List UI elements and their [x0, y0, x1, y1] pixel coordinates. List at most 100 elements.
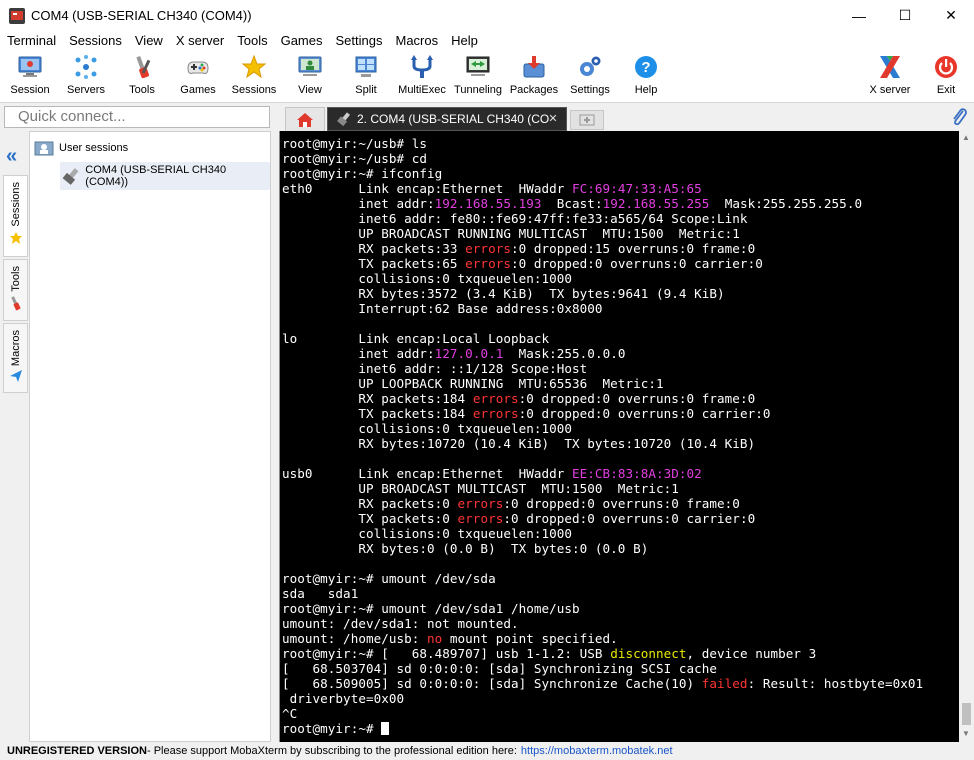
tab-tools[interactable]: Tools	[3, 259, 28, 321]
packages-button[interactable]: Packages	[506, 53, 562, 101]
serial-plug-icon	[337, 112, 351, 127]
terminal-line: Interrupt:62 Base address:0x8000	[282, 301, 603, 316]
mobatek-link[interactable]: https://mobaxterm.mobatek.net	[521, 745, 673, 757]
close-window-button[interactable]: ✕	[928, 0, 974, 31]
session-item-com4[interactable]: COM4 (USB-SERIAL CH340 (COM4))	[60, 162, 270, 190]
terminal-scrollbar[interactable]: ▲ ▼	[959, 131, 974, 742]
terminal-line: TX packets:65 errors:0 dropped:0 overrun…	[282, 256, 763, 271]
user-sessions-node[interactable]: User sessions	[34, 140, 128, 156]
tools-button[interactable]: Tools	[114, 53, 170, 101]
games-button[interactable]: Games	[170, 53, 226, 101]
games-icon	[187, 61, 209, 74]
terminal-line: umount: /home/usb: no mount point specif…	[282, 631, 618, 646]
add-tab-icon	[579, 114, 595, 126]
collapse-sidebar-icon[interactable]: «	[6, 145, 17, 168]
tab-com4[interactable]: 2. COM4 (USB-SERIAL CH340 (CO ✕	[327, 107, 567, 131]
multiexec-button[interactable]: MultiExec	[394, 53, 450, 101]
packages-label: Packages	[509, 84, 559, 96]
exit-button[interactable]: Exit	[918, 53, 974, 101]
sessions-button[interactable]: Sessions	[226, 53, 282, 101]
home-tab[interactable]	[285, 107, 325, 131]
terminal-line: RX bytes:10720 (10.4 KiB) TX bytes:10720…	[282, 436, 756, 451]
terminal-line: usb0 Link encap:Ethernet HWaddr EE:CB:83…	[282, 466, 702, 481]
star-icon	[241, 54, 267, 79]
menu-games[interactable]: Games	[274, 31, 329, 51]
terminal-view[interactable]: root@myir:~/usb# ls root@myir:~/usb# cd ro…	[279, 131, 959, 742]
new-tab-button[interactable]	[570, 110, 604, 130]
terminal-line: UP BROADCAST MULTICAST MTU:1500 Metric:1	[282, 481, 679, 496]
scroll-down-icon[interactable]: ▼	[962, 729, 970, 738]
help-icon: ?	[635, 56, 657, 78]
title-bar: COM4 (USB-SERIAL CH340 (COM4)) — ☐ ✕	[0, 0, 974, 31]
split-icon	[355, 56, 377, 77]
menu-tools[interactable]: Tools	[230, 31, 273, 51]
terminal-line: root@myir:~#	[282, 721, 959, 736]
terminal-line: root@myir:~# umount /dev/sda	[282, 571, 496, 586]
menu-terminal[interactable]: Terminal	[0, 31, 62, 51]
sessions-label: Sessions	[231, 84, 277, 96]
tunneling-label: Tunneling	[454, 84, 502, 96]
servers-label: Servers	[67, 84, 105, 96]
scroll-thumb[interactable]	[962, 703, 971, 725]
tunneling-button[interactable]: Tunneling	[450, 53, 506, 101]
minimize-button[interactable]: —	[836, 0, 882, 31]
terminal-line: inet6 addr: fe80::fe69:47ff:fe33:a565/64…	[282, 211, 748, 226]
view-icon	[298, 56, 322, 76]
tab-com4-label: 2. COM4 (USB-SERIAL CH340 (CO	[357, 112, 550, 126]
terminal-line: root@myir:~# ifconfig	[282, 166, 443, 181]
menu-settings[interactable]: Settings	[329, 31, 389, 51]
menu-view[interactable]: View	[128, 31, 169, 51]
user-folder-icon	[34, 141, 54, 156]
menu-help[interactable]: Help	[444, 31, 484, 51]
tab-macros[interactable]: Macros	[3, 323, 28, 393]
side-rail: « Sessions Tools Macros	[0, 131, 29, 742]
power-icon	[935, 56, 957, 78]
tab-sessions[interactable]: Sessions	[3, 175, 28, 257]
servers-button[interactable]: Servers	[58, 53, 114, 101]
terminal-line: root@myir:~# [ 68.489707] usb 1-1.2: USB…	[282, 646, 817, 661]
gear-icon	[580, 56, 601, 76]
terminal-line: RX bytes:0 (0.0 B) TX bytes:0 (0.0 B)	[282, 541, 649, 556]
x-server-button[interactable]: X server	[862, 53, 918, 101]
settings-button[interactable]: Settings	[562, 53, 618, 101]
tab-bar: Quick connect... 2. COM4 (USB-SERIAL CH3…	[0, 103, 974, 131]
tab-tools-label: Tools	[9, 266, 22, 292]
attachment-icon[interactable]	[950, 107, 970, 127]
tools-icon	[136, 55, 151, 79]
split-button[interactable]: Split	[338, 53, 394, 101]
terminal-line: collisions:0 txqueuelen:1000	[282, 271, 573, 286]
tab-sessions-label: Sessions	[9, 182, 22, 227]
exit-label: Exit	[936, 84, 956, 96]
help-button[interactable]: ? Help	[618, 53, 674, 101]
terminal-output: root@myir:~/usb# ls root@myir:~/usb# cd ro…	[280, 131, 959, 736]
quick-connect-input[interactable]: Quick connect...	[4, 106, 270, 128]
packages-icon	[523, 56, 545, 78]
session-button[interactable]: Session	[2, 53, 58, 101]
send-icon	[9, 370, 22, 383]
menu-x-server[interactable]: X server	[169, 31, 230, 51]
terminal-line: sda sda1	[282, 586, 359, 601]
terminal-line: inet addr:192.168.55.193 Bcast:192.168.5…	[282, 196, 863, 211]
terminal-line: driverbyte=0x00	[282, 691, 405, 706]
terminal-cursor	[381, 722, 390, 735]
menu-macros[interactable]: Macros	[388, 31, 444, 51]
view-button[interactable]: View	[282, 53, 338, 101]
menu-sessions[interactable]: Sessions	[62, 31, 128, 51]
sessions-panel: User sessions COM4 (USB-SERIAL CH340 (CO…	[29, 131, 271, 742]
session-item-com4-label: COM4 (USB-SERIAL CH340 (COM4))	[85, 164, 227, 188]
mobaxterm-window: COM4 (USB-SERIAL CH340 (COM4)) — ☐ ✕ Ter…	[0, 0, 974, 760]
session-icon	[18, 56, 42, 77]
help-label: Help	[634, 84, 658, 96]
tools-small-icon	[10, 295, 20, 310]
terminal-line: inet addr:127.0.0.1 Mask:255.0.0.0	[282, 346, 626, 361]
scroll-up-icon[interactable]: ▲	[962, 133, 970, 142]
x-server-icon	[880, 56, 900, 78]
terminal-line: lo Link encap:Local Loopback	[282, 331, 550, 346]
tab-close-button[interactable]: ✕	[544, 111, 562, 127]
split-label: Split	[355, 84, 377, 96]
terminal-line: UP BROADCAST RUNNING MULTICAST MTU:1500 …	[282, 226, 740, 241]
maximize-button[interactable]: ☐	[882, 0, 928, 31]
